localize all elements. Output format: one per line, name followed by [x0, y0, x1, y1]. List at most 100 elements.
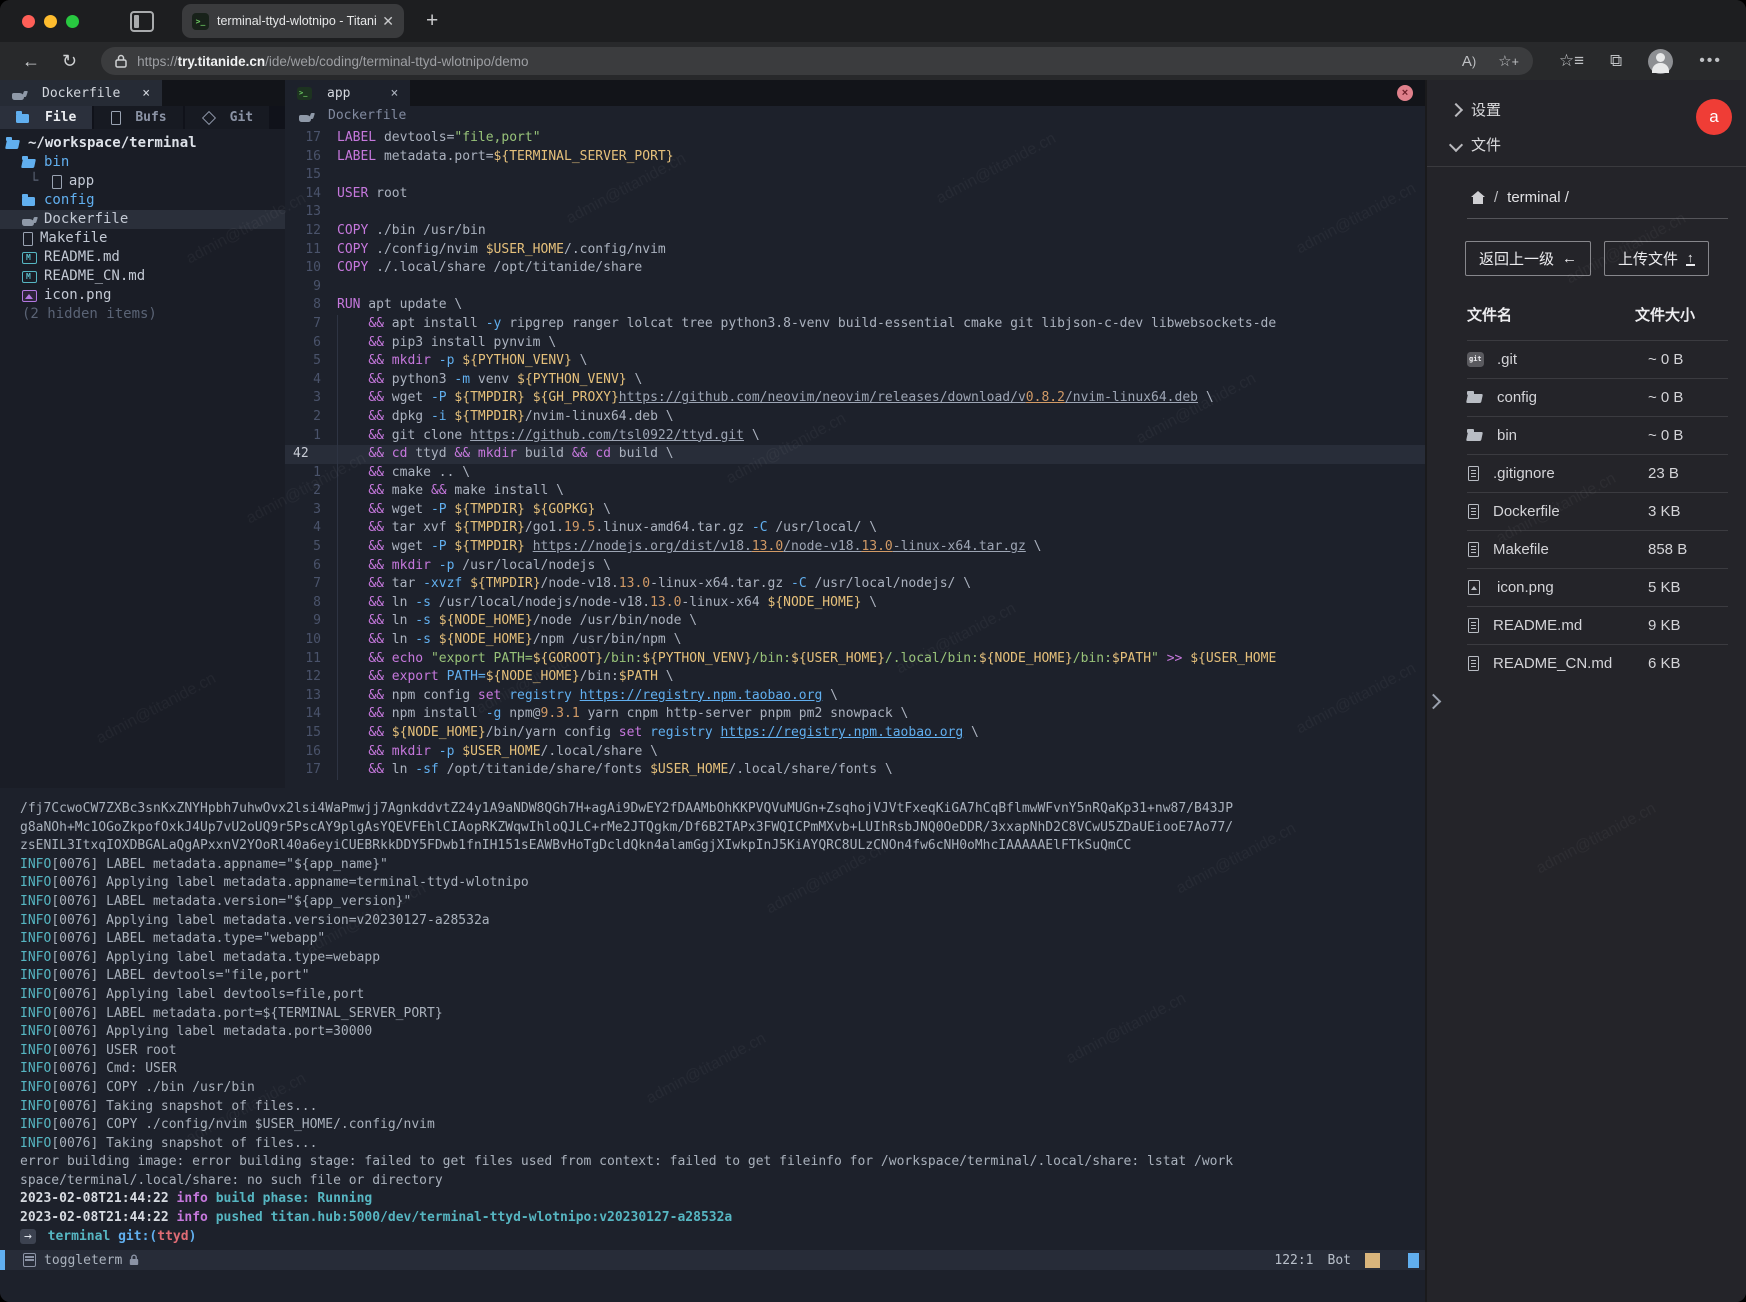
- code-line[interactable]: 12 && export PATH=${NODE_HOME}/bin:$PATH…: [285, 668, 1425, 687]
- code-line[interactable]: 6 && mkdir -p /usr/local/nodejs \: [285, 557, 1425, 576]
- line-number: 13: [285, 203, 321, 222]
- close-icon[interactable]: ×: [142, 86, 150, 101]
- file-row-dockerfile[interactable]: Dockerfile3 KB: [1467, 492, 1728, 530]
- terminal-line: INFO[0076] Taking snapshot of files...: [20, 1135, 1425, 1154]
- maximize-window-button[interactable]: [66, 15, 79, 28]
- explorer-tab-git[interactable]: Git: [185, 106, 271, 129]
- code-line[interactable]: 4 && python3 -m venv ${PYTHON_VENV} \: [285, 371, 1425, 390]
- file-row-readme-cn-md[interactable]: README_CN.md6 KB: [1467, 644, 1728, 682]
- code-line[interactable]: 2 && dpkg -i ${TMPDIR}/nvim-linux64.deb …: [285, 408, 1425, 427]
- close-icon[interactable]: ×: [390, 86, 398, 101]
- tree-item--2-hidden-items-[interactable]: (2 hidden items): [0, 305, 285, 324]
- code-line[interactable]: 7 && tar -xvzf ${TMPDIR}/node-v18.13.0-l…: [285, 575, 1425, 594]
- tree-item-app[interactable]: └ app: [0, 172, 285, 191]
- code-line[interactable]: 5 && wget -P ${TMPDIR} https://nodejs.or…: [285, 538, 1425, 557]
- file-row--gitignore[interactable]: .gitignore23 B: [1467, 454, 1728, 492]
- code-line[interactable]: 13: [285, 203, 1425, 222]
- panel-expander-chevron-icon[interactable]: [1426, 694, 1442, 710]
- back-icon[interactable]: ←: [22, 51, 40, 72]
- code-line[interactable]: 1 && cmake .. \: [285, 464, 1425, 483]
- tab-close-icon[interactable]: ✕: [382, 13, 394, 30]
- browser-tab-title: terminal-ttyd-wlotnipo - Titani: [217, 14, 376, 28]
- file-name: bin: [1497, 427, 1648, 444]
- tree-item-readme-md[interactable]: README.md: [0, 248, 285, 267]
- file-row--git[interactable]: .git~ 0 B: [1467, 340, 1728, 378]
- panel-section-settings[interactable]: 设置 a: [1427, 92, 1746, 127]
- line-number: 16: [285, 743, 321, 762]
- file-row-config[interactable]: config~ 0 B: [1467, 378, 1728, 416]
- file-row-icon-png[interactable]: icon.png5 KB: [1467, 568, 1728, 606]
- code-line[interactable]: 13 && npm config set registry https://re…: [285, 687, 1425, 706]
- code-line[interactable]: 10 && ln -s ${NODE_HOME}/npm /usr/bin/np…: [285, 631, 1425, 650]
- code-line[interactable]: 11COPY ./config/nvim $USER_HOME/.config/…: [285, 241, 1425, 260]
- code-line[interactable]: 9 && ln -s ${NODE_HOME}/node /usr/bin/no…: [285, 612, 1425, 631]
- code-line[interactable]: 3 && wget -P ${TMPDIR} ${GH_PROXY}https:…: [285, 389, 1425, 408]
- sidebar-toggle-icon[interactable]: [130, 11, 154, 32]
- file-name: Makefile: [1493, 541, 1648, 558]
- code-line[interactable]: 14 && npm install -g npm@9.3.1 yarn cnpm…: [285, 705, 1425, 724]
- explorer-tab-bufs[interactable]: Bufs: [94, 106, 184, 129]
- code-line[interactable]: 17LABEL devtools="file,port": [285, 129, 1425, 148]
- code-line[interactable]: 15: [285, 166, 1425, 185]
- browser-profile-avatar[interactable]: [1648, 49, 1673, 74]
- line-number: 8: [285, 594, 321, 613]
- code-line[interactable]: 1 && git clone https://github.com/tsl092…: [285, 427, 1425, 446]
- pane-close-button[interactable]: ×: [1397, 85, 1413, 101]
- code-line[interactable]: 9: [285, 278, 1425, 297]
- code-line[interactable]: 8RUN apt update \: [285, 296, 1425, 315]
- browser-menu-icon[interactable]: •••: [1699, 52, 1722, 70]
- code-line[interactable]: 14USER root: [285, 185, 1425, 204]
- file-row-makefile[interactable]: Makefile858 B: [1467, 530, 1728, 568]
- code-line[interactable]: 11 && echo "export PATH=${GOROOT}/bin:${…: [285, 650, 1425, 669]
- minimize-window-button[interactable]: [44, 15, 57, 28]
- address-bar[interactable]: https://try.titanide.cn/ide/web/coding/t…: [101, 47, 1533, 75]
- tree-item-makefile[interactable]: Makefile: [0, 229, 285, 248]
- editor-tab-app[interactable]: app ×: [285, 80, 410, 106]
- code-line[interactable]: 4 && tar xvf ${TMPDIR}/go1.19.5.linux-am…: [285, 519, 1425, 538]
- go-up-button[interactable]: 返回上一级 ←: [1465, 241, 1591, 276]
- tree-item--workspace-terminal[interactable]: ~/workspace/terminal: [0, 134, 285, 153]
- code-line[interactable]: 12COPY ./bin /usr/bin: [285, 222, 1425, 241]
- code-area: 17LABEL devtools="file,port"16LABEL meta…: [285, 124, 1425, 780]
- doc-icon: [1467, 618, 1480, 633]
- new-tab-button[interactable]: +: [426, 9, 438, 33]
- upload-file-button[interactable]: 上传文件 ↑: [1604, 241, 1709, 276]
- code-line[interactable]: 17 && ln -sf /opt/titanide/share/fonts $…: [285, 761, 1425, 780]
- add-favorite-icon[interactable]: ☆+: [1498, 52, 1519, 70]
- browser-tab[interactable]: >_ terminal-ttyd-wlotnipo - Titani ✕: [182, 4, 404, 38]
- code-line[interactable]: 16 && mkdir -p $USER_HOME/.local/share \: [285, 743, 1425, 762]
- read-aloud-icon[interactable]: A): [1462, 53, 1476, 70]
- doc-icon: [1467, 466, 1480, 481]
- code-line[interactable]: 6 && pip3 install pynvim \: [285, 334, 1425, 353]
- home-icon[interactable]: [1471, 192, 1485, 204]
- code-line[interactable]: 16LABEL metadata.port=${TERMINAL_SERVER_…: [285, 148, 1425, 167]
- code-line[interactable]: 2 && make && make install \: [285, 482, 1425, 501]
- reload-icon[interactable]: ↻: [62, 51, 77, 72]
- right-panel: 设置 a 文件 / terminal / 返回上一级 ← 上传文件: [1425, 80, 1746, 1302]
- line-number: 42: [293, 445, 329, 464]
- code-line[interactable]: 7 && apt install -y ripgrep ranger lolca…: [285, 315, 1425, 334]
- code-line[interactable]: 10COPY ./.local/share /opt/titanide/shar…: [285, 259, 1425, 278]
- explorer-tab-file[interactable]: File: [0, 106, 94, 129]
- markdown-icon: [22, 251, 37, 264]
- favorites-icon[interactable]: ☆≡: [1559, 51, 1584, 71]
- code-line[interactable]: 42 && cd ttyd && mkdir build && cd build…: [285, 445, 1425, 464]
- tree-item-config[interactable]: config: [0, 191, 285, 210]
- code-line[interactable]: 3 && wget -P ${TMPDIR} ${GOPKG} \: [285, 501, 1425, 520]
- code-line[interactable]: 8 && ln -s /usr/local/nodejs/node-v18.13…: [285, 594, 1425, 613]
- code-line[interactable]: 15 && ${NODE_HOME}/bin/yarn config set r…: [285, 724, 1425, 743]
- file-row-bin[interactable]: bin~ 0 B: [1467, 416, 1728, 454]
- size-column-header: 文件大小: [1635, 304, 1728, 325]
- file-name: icon.png: [1497, 579, 1648, 596]
- tree-item-readme-cn-md[interactable]: README_CN.md: [0, 267, 285, 286]
- collections-icon[interactable]: ⧉: [1610, 51, 1622, 71]
- sidebar-tab-dockerfile[interactable]: Dockerfile ×: [0, 80, 162, 106]
- file-name: .git: [1497, 351, 1648, 368]
- code-line[interactable]: 5 && mkdir -p ${PYTHON_VENV} \: [285, 352, 1425, 371]
- tree-item-bin[interactable]: bin: [0, 153, 285, 172]
- file-row-readme-md[interactable]: README.md9 KB: [1467, 606, 1728, 644]
- close-window-button[interactable]: [22, 15, 35, 28]
- panel-section-files[interactable]: 文件: [1427, 127, 1746, 162]
- tree-item-icon-png[interactable]: icon.png: [0, 286, 285, 305]
- tree-item-dockerfile[interactable]: Dockerfile: [0, 210, 285, 229]
